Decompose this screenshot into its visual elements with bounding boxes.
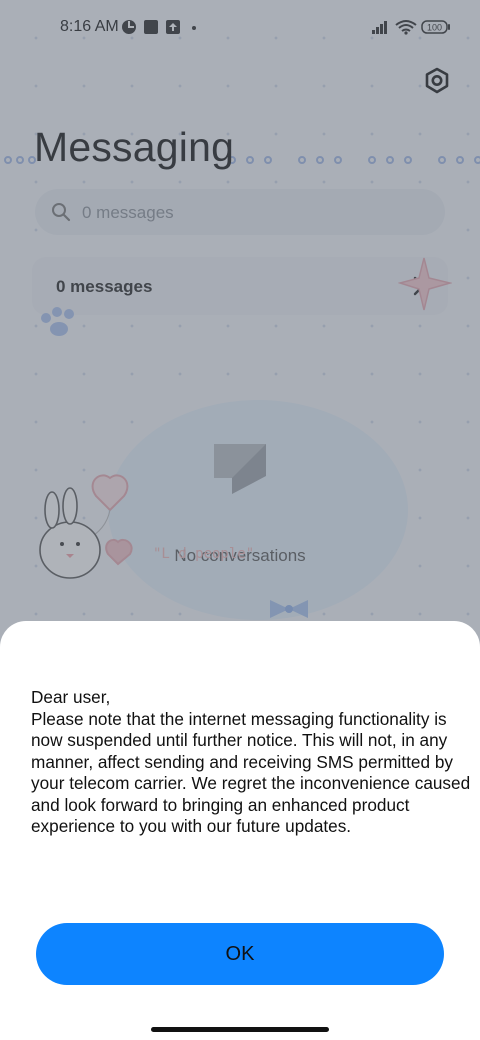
notice-message: Dear user, Please note that the internet… [31, 687, 471, 836]
home-indicator[interactable] [151, 1027, 329, 1032]
notice-bottom-sheet: Dear user, Please note that the internet… [0, 621, 480, 1040]
ok-button[interactable]: OK [36, 923, 444, 985]
